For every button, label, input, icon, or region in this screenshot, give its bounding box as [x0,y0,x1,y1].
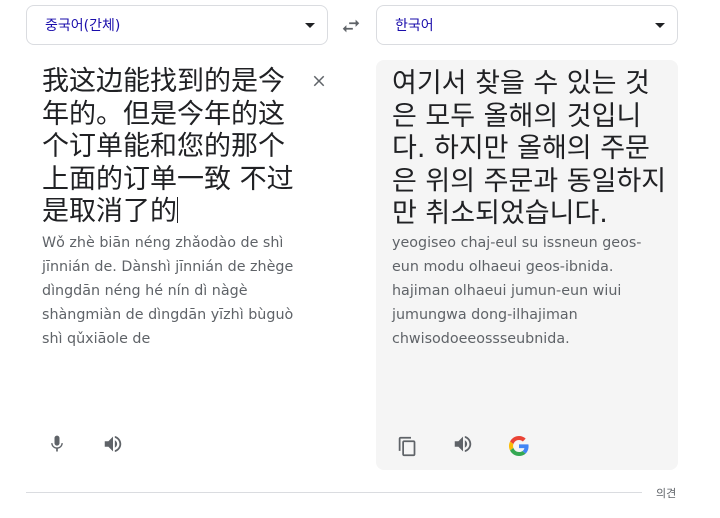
target-listen-button[interactable] [451,432,475,456]
swap-arrows-icon[interactable] [340,15,362,37]
target-language-label: 한국어 [395,18,434,34]
chevron-down-icon [305,22,315,28]
source-language-label: 중국어(간체) [45,18,121,34]
target-romanization: yeogiseo chaj-eul su issneun geos-eun mo… [392,235,642,347]
copy-icon [398,436,415,456]
google-logo-icon [509,436,529,456]
source-text: 我这边能找到的是今年的。但是今年的这个订单能和您的那个上面的订单一致 不过是取消… [42,66,294,227]
speaker-icon [104,435,122,453]
translation-text: 여기서 찾을 수 있는 것은 모두 올해의 것입니다. 하지만 올해의 주문은 … [392,68,667,229]
feedback-link[interactable]: 의견 [656,485,676,501]
target-panel: 여기서 찾을 수 있는 것은 모두 올해의 것입니다. 하지만 올해의 주문은 … [376,60,678,470]
google-logo-button[interactable] [507,434,531,458]
source-text-input[interactable]: 我这边能找到的是今年的。但是今年的这个订单能和您的那个上面的订单一致 不过是取消… [42,66,302,229]
target-language-select[interactable]: 한국어 [376,5,678,45]
chevron-down-icon [655,22,665,28]
source-panel: 我这边能找到的是今年的。但是今年的这个订单能和您的那个上面的订单一致 不过是取消… [26,60,328,470]
close-icon[interactable] [310,72,328,90]
footer-divider [26,492,642,493]
source-language-select[interactable]: 중국어(간체) [26,5,328,45]
microphone-icon [51,435,63,452]
source-romanization: Wǒ zhè biān néng zhǎodào de shì jīnnián … [42,235,294,347]
copy-button[interactable] [395,434,419,458]
text-cursor [177,197,178,223]
speaker-icon [454,435,472,453]
source-listen-button[interactable] [101,432,125,456]
microphone-button[interactable] [45,432,69,456]
